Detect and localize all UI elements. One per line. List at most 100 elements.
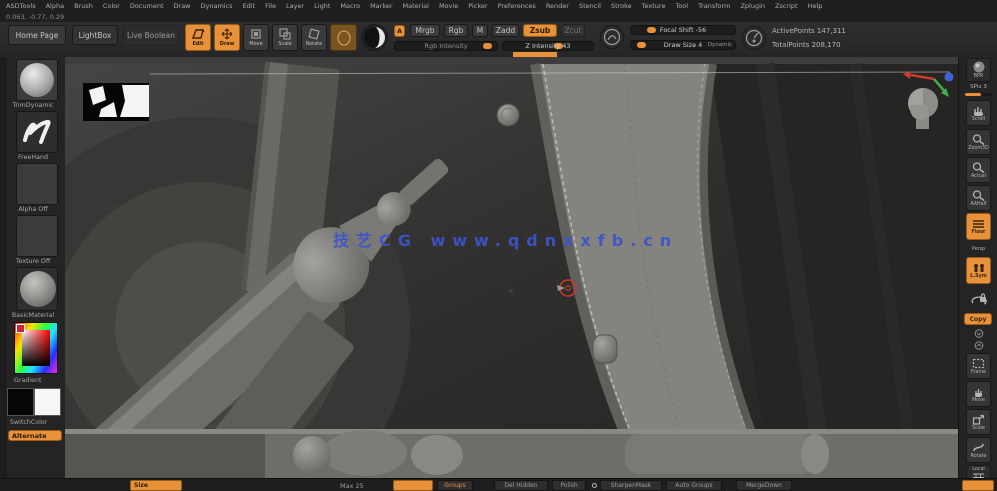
brush-sphere-icon [20, 63, 54, 97]
menu-item[interactable]: File [265, 2, 276, 13]
main-color-swatch[interactable] [7, 388, 34, 416]
points-gauge-button[interactable] [742, 26, 766, 50]
menu-item[interactable]: Draw [174, 2, 191, 13]
camera-lock-button[interactable] [966, 288, 991, 312]
draw-size-slider[interactable]: Draw Size 4 Dynamic [630, 40, 736, 50]
scroll-button[interactable]: Scroll [966, 100, 991, 126]
shelf-chevron-down-button[interactable] [966, 328, 991, 339]
sculpt-canvas[interactable]: 技艺CG www.qdnxxfb.cn [0, 57, 958, 491]
m-button[interactable]: M [472, 24, 488, 37]
scale-nav-button[interactable]: Scale [966, 409, 991, 435]
move-label: Move [249, 41, 263, 47]
move-arrows-icon [221, 28, 233, 40]
live-boolean-button[interactable]: Live Boolean [123, 25, 179, 45]
draw-mode-button[interactable]: Draw [214, 24, 240, 51]
menu-item[interactable]: Dynamics [201, 2, 233, 13]
menu-item[interactable]: Layer [286, 2, 304, 13]
sculpt-viewport-render [0, 57, 958, 491]
actual-button[interactable]: Actual [966, 157, 991, 183]
bpr-sphere-icon [973, 61, 984, 73]
menu-item[interactable]: Stroke [611, 2, 632, 13]
rgb-intensity-knob[interactable] [482, 43, 492, 49]
current-brush-thumbnail[interactable] [16, 59, 58, 101]
menu-item[interactable]: ASDTools [6, 2, 36, 13]
zadd-button[interactable]: Zadd [492, 24, 519, 37]
current-material-thumbnail[interactable] [16, 267, 58, 311]
stroke-curve-button[interactable] [600, 25, 624, 49]
material-preview-button[interactable] [361, 24, 388, 51]
size-button[interactable]: Size [130, 480, 182, 491]
menu-item[interactable]: Stencil [579, 2, 601, 13]
persp-button[interactable]: Persp [966, 243, 991, 256]
menu-item[interactable]: Material [403, 2, 429, 13]
frame-button[interactable]: Frame [966, 353, 991, 379]
floor-button[interactable]: Floor [966, 213, 991, 240]
rotate-nav-button[interactable]: Rotate [966, 437, 991, 463]
menu-item[interactable]: Help [808, 2, 823, 13]
del-hidden-button[interactable]: Del Hidden [494, 480, 548, 491]
menu-item[interactable]: Texture [642, 2, 666, 13]
zcut-button[interactable]: Zcut [561, 24, 585, 37]
menu-item[interactable]: Edit [243, 2, 256, 13]
menu-item[interactable]: Tool [675, 2, 688, 13]
spix-slider-fill [965, 93, 982, 96]
record-button[interactable] [962, 480, 994, 491]
current-alpha-thumbnail[interactable] [16, 163, 58, 205]
focal-shift-slider[interactable]: Focal Shift -56 [630, 25, 736, 35]
zsub-button[interactable]: Zsub [523, 24, 557, 37]
draw-size-knob[interactable] [637, 42, 647, 48]
menu-item[interactable]: Transform [698, 2, 730, 13]
polish-button[interactable]: Polish [552, 480, 586, 491]
focal-shift-label: Focal Shift -56 [659, 26, 707, 34]
menu-item[interactable]: Zplugin [740, 2, 765, 13]
a-button[interactable]: A [394, 25, 405, 37]
menu-item[interactable]: Movie [439, 2, 458, 13]
menu-item[interactable]: Color [103, 2, 120, 13]
z-intensity-slider[interactable]: Z Intensity 43 [502, 41, 594, 51]
menu-item[interactable]: Preferences [498, 2, 536, 13]
rotate-mode-button[interactable]: Rotate [301, 24, 327, 51]
menu-item[interactable]: Light [314, 2, 330, 13]
menu-item[interactable]: Marker [370, 2, 392, 13]
rgb-intensity-slider[interactable]: Rgb Intensity [394, 41, 498, 51]
current-texture-label: Texture Off [15, 258, 51, 265]
menu-item[interactable]: Zscript [775, 2, 798, 13]
move-nav-button[interactable]: Move [966, 381, 991, 407]
menu-item[interactable]: Alpha [46, 2, 64, 13]
current-stroke-thumbnail[interactable] [16, 111, 58, 153]
tray-resize-handle[interactable] [0, 57, 7, 478]
lightbox-button[interactable]: LightBox [72, 25, 118, 45]
move-mode-button[interactable]: Move [243, 24, 269, 51]
menu-item[interactable]: Macro [340, 2, 360, 13]
rgb-button[interactable]: Rgb [444, 24, 468, 37]
auto-groups-button[interactable]: Auto Groups [666, 480, 722, 491]
bottom-slider[interactable] [393, 480, 433, 491]
lsym-button[interactable]: L.Sym [966, 257, 991, 284]
spix-slider[interactable] [965, 93, 992, 96]
color-picker[interactable] [14, 322, 58, 374]
brush-preview-button[interactable] [330, 24, 357, 51]
menu-item[interactable]: Render [546, 2, 569, 13]
top-toolbar: Home Page LightBox Live Boolean Edit Dra… [0, 22, 997, 58]
alternate-button[interactable]: Alternate [8, 430, 62, 441]
bpr-button[interactable]: BPR [966, 58, 991, 82]
color-picker-gradient[interactable] [22, 330, 50, 366]
focal-shift-knob[interactable] [646, 27, 656, 33]
shelf-chevron-up-button[interactable] [966, 340, 991, 351]
aahalf-button[interactable]: AAHalf [966, 185, 991, 211]
edit-mode-button[interactable]: Edit [185, 24, 211, 51]
secondary-color-swatch[interactable] [34, 388, 61, 416]
groups-button[interactable]: Groups [437, 480, 473, 491]
zoom3d-button[interactable]: Zoom3D [966, 129, 991, 155]
scale-mode-button[interactable]: Scale [272, 24, 298, 51]
menu-item[interactable]: Picker [468, 2, 487, 13]
home-page-button[interactable]: Home Page [8, 25, 66, 45]
current-texture-thumbnail[interactable] [16, 215, 58, 257]
mrgb-button[interactable]: Mrgb [410, 24, 440, 37]
sharpen-mask-button[interactable]: SharpenMask [600, 480, 662, 491]
menu-item[interactable]: Document [130, 2, 164, 13]
copy-button[interactable]: Copy [964, 313, 992, 325]
menu-item[interactable]: Brush [74, 2, 93, 13]
merge-down-button[interactable]: MergeDown [736, 480, 792, 491]
switch-color-button[interactable]: SwitchColor [10, 419, 60, 426]
